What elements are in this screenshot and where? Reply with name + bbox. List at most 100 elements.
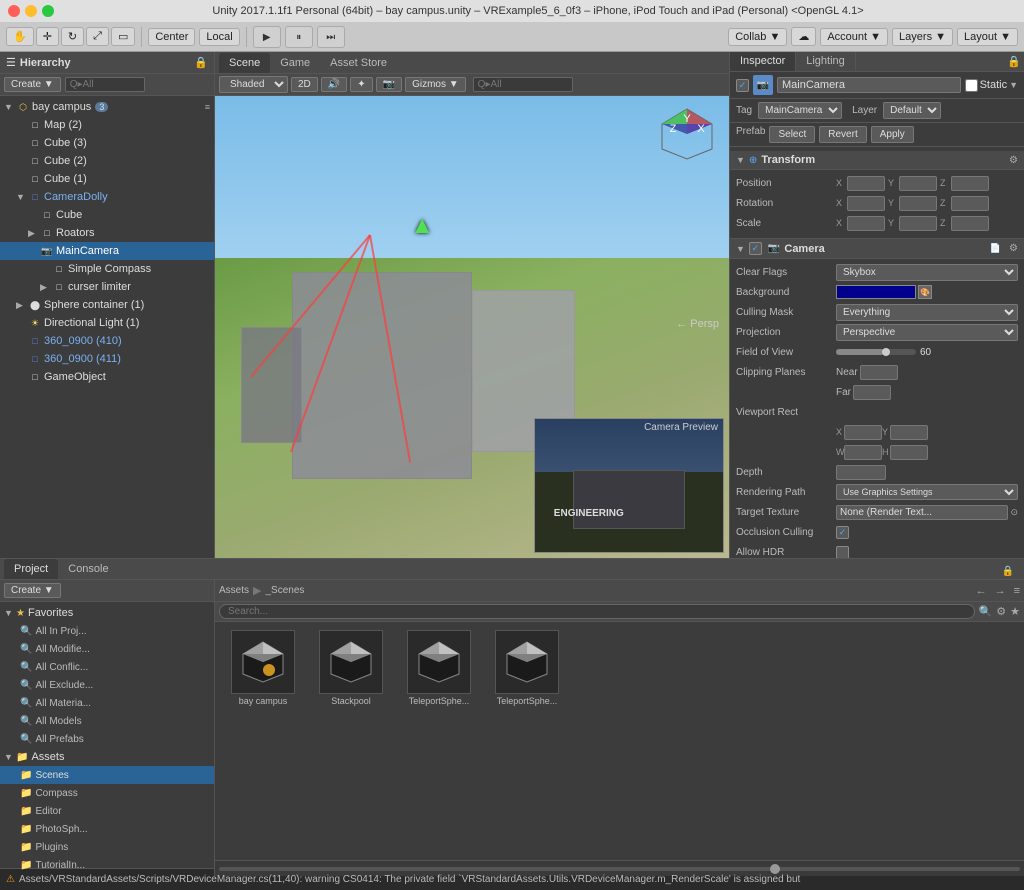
tree-item-favorites[interactable]: ▼ ★ Favorites: [0, 604, 214, 622]
close-button[interactable]: [8, 5, 20, 17]
scene-search-input[interactable]: [473, 77, 573, 92]
allow-hdr-checkbox[interactable]: [836, 546, 849, 559]
target-texture-picker[interactable]: ⊙: [1010, 507, 1018, 518]
asset-item-teleport1[interactable]: TeleportSphe...: [399, 630, 479, 706]
static-checkbox[interactable]: [965, 79, 978, 92]
tree-item-scenes[interactable]: 📁 Scenes: [0, 766, 214, 784]
tree-item-tutorial[interactable]: 📁 TutorialIn...: [0, 856, 214, 874]
position-z-input[interactable]: 0: [951, 176, 989, 191]
asset-item-stackpool[interactable]: Stackpool: [311, 630, 391, 706]
far-input[interactable]: 10: [853, 385, 891, 400]
asset-browser-options[interactable]: ≡: [1014, 585, 1020, 597]
asset-browser-forward[interactable]: →: [995, 585, 1006, 597]
rotation-y-input[interactable]: -466.6: [899, 196, 937, 211]
tab-game[interactable]: Game: [270, 53, 320, 73]
position-y-input[interactable]: 0: [899, 176, 937, 191]
tab-asset-store[interactable]: Asset Store: [320, 53, 397, 73]
tree-item-all-project[interactable]: 🔍 All In Proj...: [0, 622, 214, 640]
gizmos-button[interactable]: Gizmos ▼: [405, 77, 466, 92]
cloud-button[interactable]: ☁: [791, 27, 816, 46]
hand-tool[interactable]: ✋: [6, 27, 34, 46]
asset-item-bay-campus[interactable]: bay campus: [223, 630, 303, 706]
projection-select[interactable]: Perspective: [836, 324, 1018, 341]
audio-button[interactable]: 🔊: [321, 77, 347, 92]
asset-star-icon[interactable]: ★: [1010, 605, 1020, 618]
scene-gizmo[interactable]: Y X Z: [657, 104, 717, 164]
transform-header[interactable]: ▼ ⊕ Transform ⚙: [730, 151, 1024, 170]
tree-item-cube2[interactable]: □ Cube (2): [0, 152, 214, 170]
pause-button[interactable]: [285, 26, 313, 48]
prefab-apply-button[interactable]: Apply: [871, 126, 914, 143]
tab-scene[interactable]: Scene: [219, 53, 270, 73]
tree-item-all-modified[interactable]: 🔍 All Modifie...: [0, 640, 214, 658]
tree-item-editor[interactable]: 📁 Editor: [0, 802, 214, 820]
tab-inspector[interactable]: Inspector: [730, 52, 796, 71]
position-x-input[interactable]: 0: [847, 176, 885, 191]
hierarchy-lock-icon[interactable]: 🔒: [194, 56, 208, 69]
tree-item-cube3[interactable]: □ Cube (3): [0, 134, 214, 152]
step-button[interactable]: [317, 26, 345, 48]
project-lock-icon[interactable]: 🔒: [996, 564, 1020, 579]
tag-select[interactable]: MainCamera: [758, 102, 842, 119]
viewport-x-input[interactable]: 0: [844, 425, 882, 440]
background-color-swatch[interactable]: [836, 285, 916, 299]
camera-script-icon[interactable]: 📄: [990, 243, 1001, 254]
inspector-lock-icon[interactable]: 🔒: [1004, 52, 1024, 71]
asset-search-input[interactable]: [219, 604, 975, 619]
static-dropdown[interactable]: ▼: [1009, 80, 1018, 90]
pivot-center-button[interactable]: Center: [148, 28, 195, 46]
project-create-button[interactable]: Create ▼: [4, 583, 61, 598]
viewport-y-input[interactable]: 0: [890, 425, 928, 440]
clear-flags-select[interactable]: Skybox: [836, 264, 1018, 281]
layers-button[interactable]: Layers ▼: [892, 28, 953, 46]
move-tool[interactable]: ✛: [36, 27, 59, 46]
tree-item-dirlight[interactable]: ☀ Directional Light (1): [0, 314, 214, 332]
tree-item-photosph[interactable]: 📁 PhotoSph...: [0, 820, 214, 838]
hierarchy-options[interactable]: ≡: [205, 102, 210, 112]
asset-item-teleport2[interactable]: TeleportSphe...: [487, 630, 567, 706]
color-picker-icon[interactable]: 🎨: [918, 285, 932, 299]
fx-button[interactable]: ✦: [350, 77, 372, 92]
camera-gear-icon[interactable]: ⚙: [1009, 243, 1018, 254]
tab-project[interactable]: Project: [4, 559, 58, 579]
tab-lighting[interactable]: Lighting: [796, 52, 856, 71]
scenes-breadcrumb-part[interactable]: _Scenes: [265, 585, 304, 596]
near-input[interactable]: 0.15: [860, 365, 898, 380]
layout-button[interactable]: Layout ▼: [957, 28, 1018, 46]
tree-item-gameobject[interactable]: □ GameObject: [0, 368, 214, 386]
fov-handle[interactable]: [882, 348, 890, 356]
tree-item-bay-campus[interactable]: ▼ ⬡ bay campus 3 ≡: [0, 98, 214, 116]
rotation-x-input[interactable]: 0: [847, 196, 885, 211]
scale-z-input[interactable]: 1: [951, 216, 989, 231]
maximize-button[interactable]: [42, 5, 54, 17]
assets-breadcrumb-part[interactable]: Assets: [219, 585, 249, 596]
scene-view[interactable]: ▲ ← Persp Y X Z: [215, 96, 729, 558]
hierarchy-search-input[interactable]: [65, 77, 145, 92]
camera-button[interactable]: 📷: [376, 77, 402, 92]
play-button[interactable]: [253, 26, 281, 48]
rotate-tool[interactable]: ↻: [61, 27, 84, 46]
asset-browser-back[interactable]: ←: [976, 585, 987, 597]
rect-tool[interactable]: ▭: [111, 27, 135, 46]
tree-item-360-411[interactable]: □ 360_0900 (411): [0, 350, 214, 368]
rotation-z-input[interactable]: 0: [951, 196, 989, 211]
2d-button[interactable]: 2D: [291, 77, 318, 92]
collab-button[interactable]: Collab ▼: [728, 28, 787, 46]
tree-item-all-conflicts[interactable]: 🔍 All Conflic...: [0, 658, 214, 676]
viewport-h-input[interactable]: 1: [890, 445, 928, 460]
tab-console[interactable]: Console: [58, 559, 118, 579]
tree-item-cube-dolly[interactable]: □ Cube: [0, 206, 214, 224]
account-button[interactable]: Account ▼: [820, 28, 888, 46]
tree-item-curser[interactable]: ▶ □ curser limiter: [0, 278, 214, 296]
tree-item-all-materials[interactable]: 🔍 All Materia...: [0, 694, 214, 712]
minimize-button[interactable]: [25, 5, 37, 17]
scale-y-input[interactable]: 1: [899, 216, 937, 231]
culling-mask-select[interactable]: Everything: [836, 304, 1018, 321]
tree-item-maincamera[interactable]: 📷 MainCamera: [0, 242, 214, 260]
pivot-local-button[interactable]: Local: [199, 28, 239, 46]
occlusion-culling-checkbox[interactable]: [836, 526, 849, 539]
object-name-input[interactable]: [777, 77, 961, 93]
tree-item-compass[interactable]: 📁 Compass: [0, 784, 214, 802]
asset-size-slider[interactable]: [219, 867, 1020, 871]
fov-slider[interactable]: [836, 349, 916, 355]
